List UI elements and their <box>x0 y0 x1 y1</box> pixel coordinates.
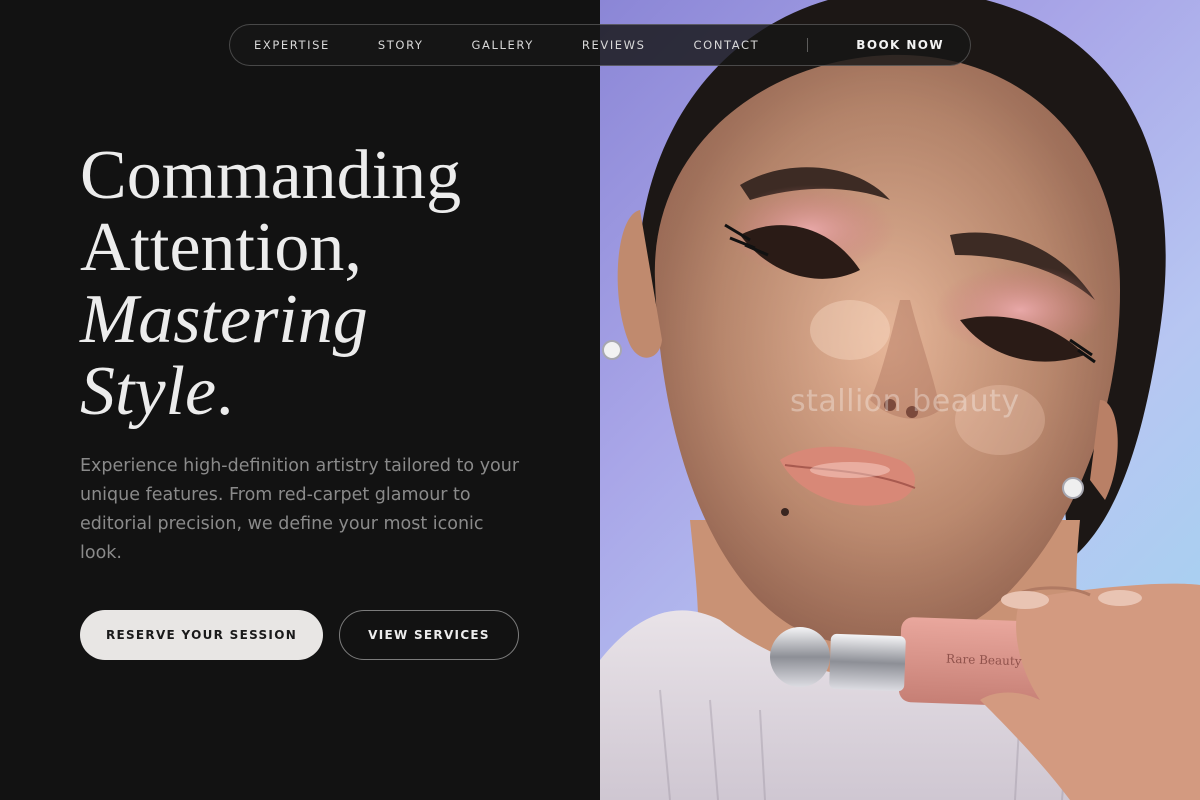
nav-divider <box>807 38 809 52</box>
headline-line-3: Mastering <box>80 281 368 358</box>
view-services-button[interactable]: VIEW SERVICES <box>339 610 519 660</box>
headline-line-1: Commanding <box>80 137 462 214</box>
headline-period: . <box>216 353 234 430</box>
main-navigation: EXPERTISE STORY GALLERY REVIEWS CONTACT … <box>229 24 971 66</box>
headline-word-style: Style <box>80 353 217 430</box>
nav-link-story[interactable]: STORY <box>378 38 424 52</box>
book-now-button[interactable]: BOOK NOW <box>856 38 944 52</box>
hero-description: Experience high-definition artistry tail… <box>80 456 520 563</box>
headline-line-4: Style. <box>80 356 580 428</box>
photo-watermark: stallion beauty <box>790 384 1020 419</box>
nav-link-reviews[interactable]: REVIEWS <box>582 38 646 52</box>
hero-headline: Commanding Attention, Mastering Style. <box>80 140 580 428</box>
nav-link-expertise[interactable]: EXPERTISE <box>254 38 330 52</box>
reserve-session-button[interactable]: RESERVE YOUR SESSION <box>80 610 323 660</box>
nav-link-contact[interactable]: CONTACT <box>694 38 760 52</box>
nav-link-gallery[interactable]: GALLERY <box>472 38 534 52</box>
headline-line-2: Attention, <box>80 209 362 286</box>
hero-photo: stallion beauty Rare Beauty <box>600 0 1200 800</box>
product-label: Rare Beauty <box>945 651 1022 669</box>
